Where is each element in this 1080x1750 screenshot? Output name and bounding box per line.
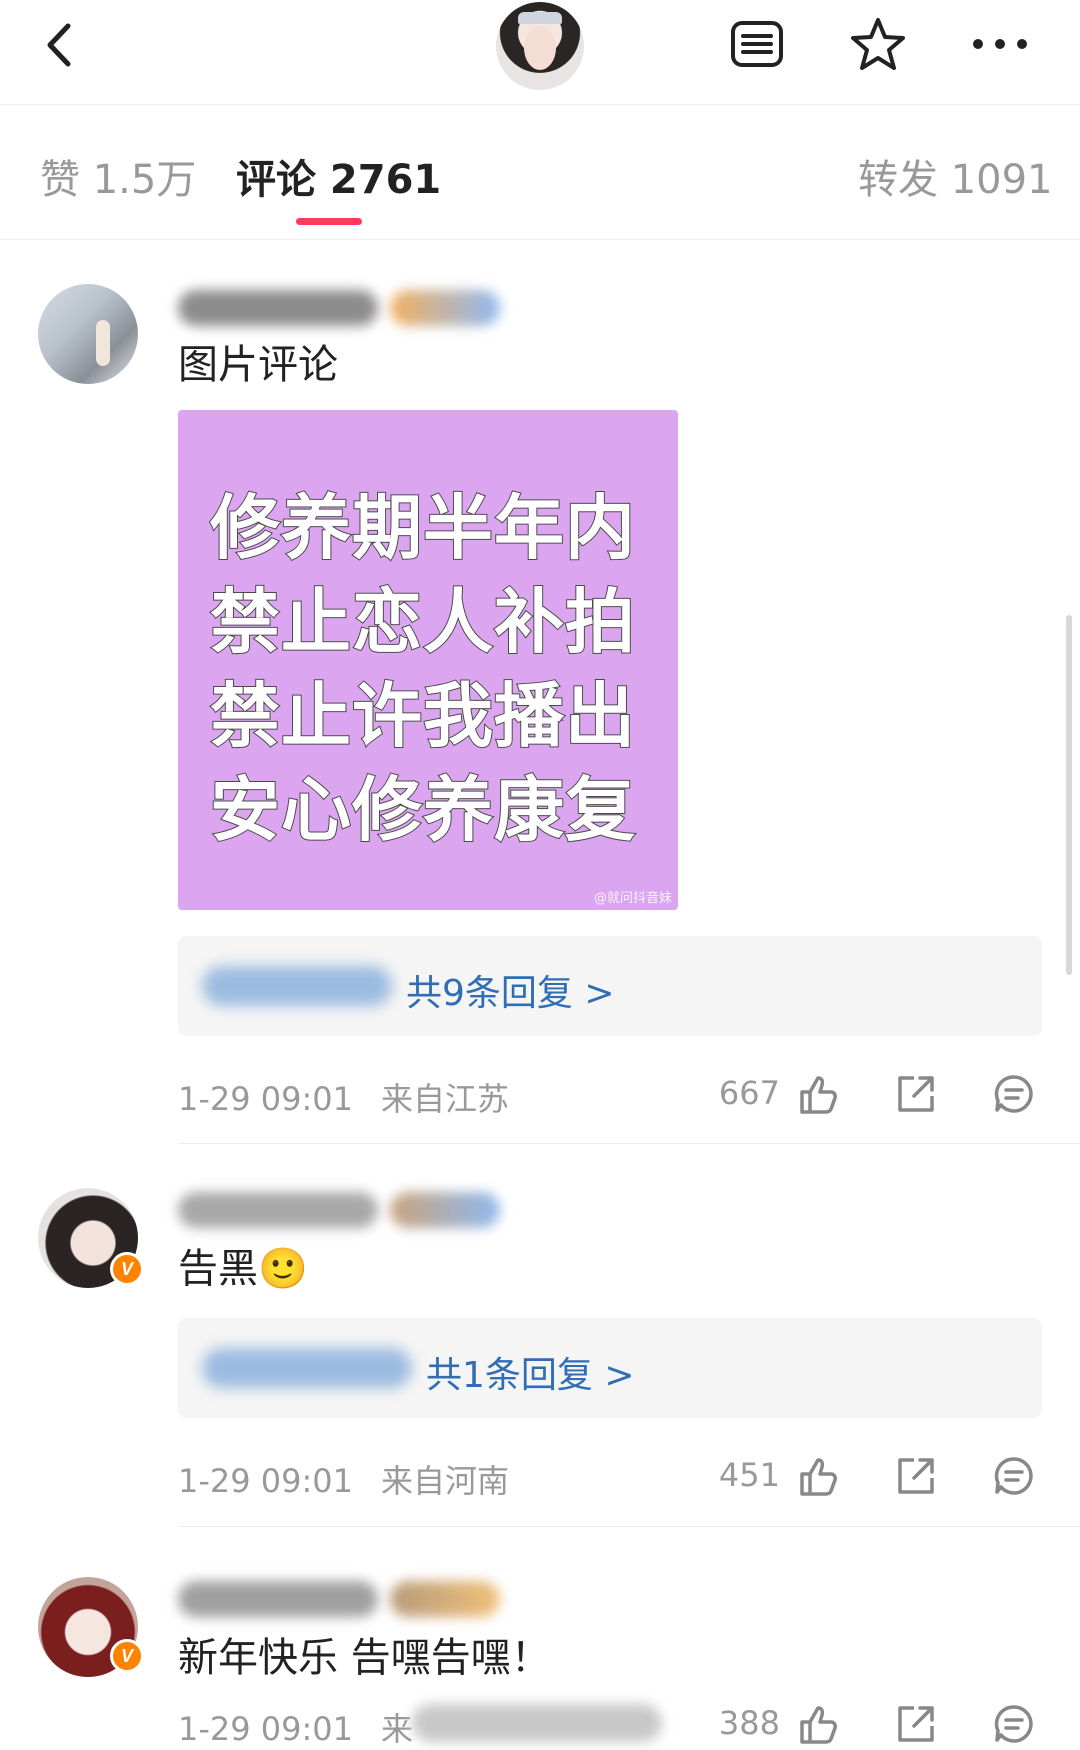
share-icon[interactable]	[894, 1454, 938, 1498]
list-button[interactable]	[727, 14, 787, 74]
reply-author-blurred	[202, 1348, 412, 1388]
comment-location: 来自江苏	[381, 1080, 510, 1118]
tab-reposts[interactable]: 转发 1091	[858, 147, 1053, 205]
user-badge-blurred	[390, 290, 500, 326]
username-blurred[interactable]	[178, 290, 378, 326]
comment-meta: 1-29 09:01 来	[178, 1704, 413, 1750]
comment-divider	[178, 1526, 1080, 1527]
comment-divider	[178, 1143, 1080, 1144]
favorite-button[interactable]	[848, 14, 908, 74]
author-avatar[interactable]	[496, 2, 584, 90]
verified-badge: V	[110, 1639, 144, 1673]
view-replies-link[interactable]: 共1条回复 >	[426, 1346, 635, 1398]
replies-preview[interactable]: 共1条回复 >	[178, 1318, 1042, 1418]
image-text-line: 修养期半年内	[209, 486, 636, 570]
tab-bar: 赞 1.5万 评论 2761 转发 1091	[0, 105, 1080, 240]
like-count: 388	[718, 1704, 780, 1742]
avatar[interactable]	[38, 284, 138, 384]
active-tab-indicator	[296, 218, 362, 225]
scrollbar[interactable]	[1066, 615, 1072, 975]
chevron-left-icon	[47, 23, 71, 67]
like-icon[interactable]	[796, 1702, 840, 1746]
username-blurred[interactable]	[178, 1581, 378, 1617]
image-watermark: @就问抖音妹	[593, 891, 672, 906]
back-button[interactable]	[36, 20, 86, 70]
like-count: 451	[718, 1456, 780, 1494]
top-bar	[0, 0, 1080, 105]
more-icon	[973, 39, 1027, 49]
comment-meta: 1-29 09:01 来自江苏	[178, 1074, 509, 1120]
like-icon[interactable]	[796, 1072, 840, 1116]
view-replies-link[interactable]: 共9条回复 >	[406, 964, 615, 1016]
comment-time: 1-29 09:01	[178, 1462, 354, 1500]
reply-icon[interactable]	[992, 1702, 1036, 1746]
verified-badge: V	[110, 1252, 144, 1286]
username-blurred[interactable]	[178, 1192, 378, 1228]
user-badge-blurred	[390, 1581, 500, 1617]
image-text-line: 禁止恋人补拍	[209, 580, 636, 664]
reply-icon[interactable]	[992, 1072, 1036, 1116]
share-icon[interactable]	[894, 1072, 938, 1116]
smile-emoji-icon: 🙂	[258, 1246, 308, 1292]
tab-likes[interactable]: 赞 1.5万	[40, 147, 196, 205]
comment-image[interactable]: 修养期半年内 禁止恋人补拍 禁止许我播出 安心修养康复 @就问抖音妹	[178, 410, 678, 910]
image-text-line: 禁止许我播出	[209, 674, 636, 758]
comment-time: 1-29 09:01	[178, 1080, 354, 1118]
comment-meta: 1-29 09:01 来自河南	[178, 1456, 509, 1502]
comment-time: 1-29 09:01	[178, 1710, 354, 1748]
comment-location: 来自河南	[381, 1462, 510, 1500]
star-icon	[851, 18, 905, 70]
comment-text: 新年快乐 告嘿告嘿！	[178, 1635, 551, 1681]
replies-preview[interactable]: 共9条回复 >	[178, 936, 1042, 1036]
location-blurred	[412, 1704, 662, 1742]
reply-icon[interactable]	[992, 1454, 1036, 1498]
reply-author-blurred	[202, 966, 392, 1006]
comment-location: 来	[381, 1710, 414, 1748]
comment-text: 告黑🙂	[178, 1246, 308, 1292]
share-icon[interactable]	[894, 1702, 938, 1746]
like-icon[interactable]	[796, 1454, 840, 1498]
comment-text: 图片评论	[178, 342, 338, 388]
like-count: 667	[718, 1074, 780, 1112]
image-text-line: 安心修养康复	[209, 768, 636, 852]
list-icon	[731, 21, 783, 67]
user-badge-blurred	[390, 1192, 500, 1228]
tab-comments[interactable]: 评论 2761	[236, 147, 441, 205]
more-button[interactable]	[970, 14, 1030, 74]
